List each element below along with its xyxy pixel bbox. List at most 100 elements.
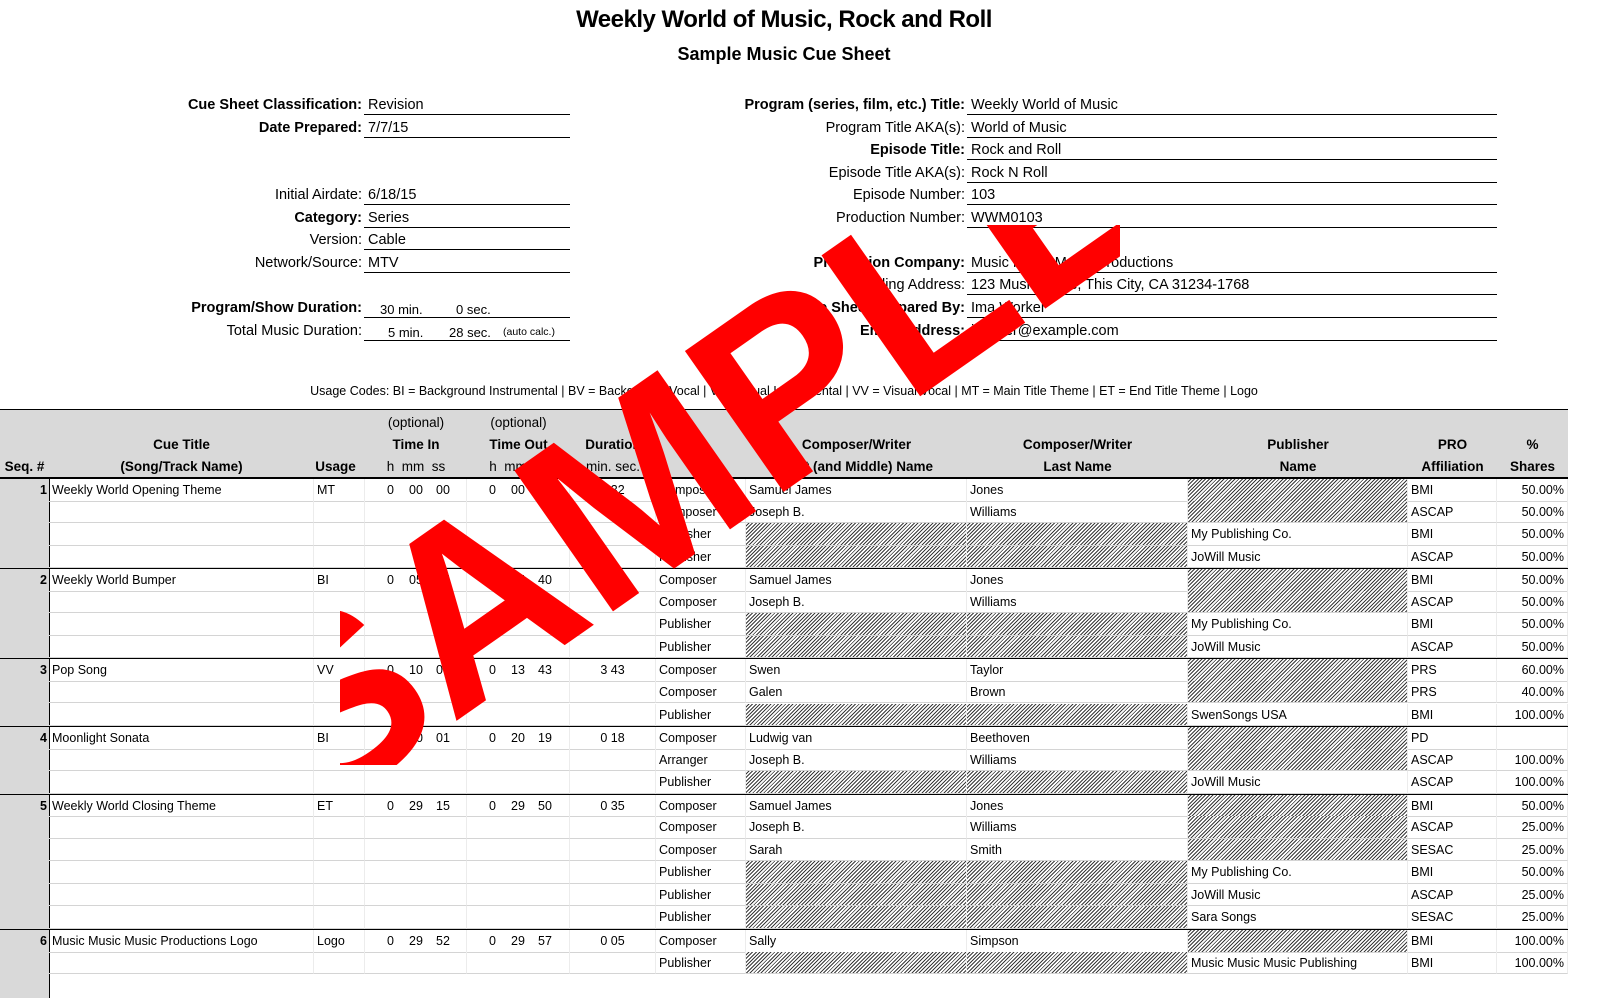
party-role[interactable]: Composer: [656, 794, 746, 818]
duration[interactable]: 0 35: [570, 794, 656, 818]
duration[interactable]: 0 05: [570, 930, 656, 953]
time-out-empty[interactable]: [467, 771, 570, 794]
share-percent[interactable]: 50.00%: [1497, 500, 1568, 524]
party-role[interactable]: Publisher: [656, 906, 746, 929]
duration-empty[interactable]: [570, 906, 656, 929]
cue-title[interactable]: Weekly World Closing Theme: [49, 794, 314, 818]
usage-empty[interactable]: [314, 523, 365, 546]
first-name[interactable]: Joseph B.: [746, 748, 967, 772]
time-out-empty[interactable]: [467, 883, 570, 907]
share-percent[interactable]: 50.00%: [1497, 545, 1568, 569]
party-role[interactable]: Publisher: [656, 523, 746, 546]
field-value[interactable]: Rock N Roll: [967, 165, 1497, 183]
time-in-empty[interactable]: [365, 613, 467, 636]
time-out-empty[interactable]: [467, 613, 570, 636]
time-in-empty[interactable]: [365, 680, 467, 704]
party-role[interactable]: Composer: [656, 569, 746, 592]
first-name-na[interactable]: [746, 951, 967, 975]
first-name-na[interactable]: [746, 635, 967, 659]
duration-empty[interactable]: [570, 590, 656, 614]
publisher-name-na[interactable]: [1188, 930, 1408, 953]
share-percent[interactable]: 50.00%: [1497, 479, 1568, 502]
party-role[interactable]: Publisher: [656, 883, 746, 907]
last-name[interactable]: Smith: [967, 838, 1188, 862]
share-percent[interactable]: 50.00%: [1497, 569, 1568, 592]
duration-empty[interactable]: [570, 545, 656, 569]
last-name[interactable]: Brown: [967, 680, 1188, 704]
share-percent[interactable]: [1497, 727, 1568, 750]
time-out[interactable]: 0 29 50: [467, 794, 570, 818]
time-out[interactable]: 0 20 19: [467, 727, 570, 750]
last-name[interactable]: Taylor: [967, 659, 1188, 682]
party-role[interactable]: Publisher: [656, 861, 746, 884]
pro-affiliation[interactable]: BMI: [1408, 569, 1497, 592]
cue-title-empty[interactable]: [49, 680, 314, 704]
usage-code[interactable]: BI: [314, 569, 365, 592]
pro-affiliation[interactable]: ASCAP: [1408, 771, 1497, 794]
last-name-na[interactable]: [967, 523, 1188, 546]
publisher-name-na[interactable]: [1188, 794, 1408, 818]
share-percent[interactable]: 50.00%: [1497, 794, 1568, 818]
cue-title-empty[interactable]: [49, 523, 314, 546]
share-percent[interactable]: 50.00%: [1497, 635, 1568, 659]
last-name[interactable]: Jones: [967, 569, 1188, 592]
share-percent[interactable]: 50.00%: [1497, 613, 1568, 636]
time-in[interactable]: 0 20 01: [365, 727, 467, 750]
publisher-name-na[interactable]: [1188, 590, 1408, 614]
last-name[interactable]: Williams: [967, 748, 1188, 772]
first-name[interactable]: Joseph B.: [746, 816, 967, 839]
duration-empty[interactable]: [570, 951, 656, 975]
pro-affiliation[interactable]: BMI: [1408, 479, 1497, 502]
first-name-na[interactable]: [746, 613, 967, 636]
duration-empty[interactable]: [570, 748, 656, 772]
party-role[interactable]: Composer: [656, 816, 746, 839]
field-value[interactable]: 103: [967, 187, 1497, 205]
last-name-na[interactable]: [967, 906, 1188, 929]
time-in-empty[interactable]: [365, 523, 467, 546]
cue-title[interactable]: Music Music Music Productions Logo: [49, 930, 314, 953]
usage-empty[interactable]: [314, 861, 365, 884]
duration-empty[interactable]: [570, 613, 656, 636]
publisher-name[interactable]: SwenSongs USA: [1188, 703, 1408, 726]
usage-empty[interactable]: [314, 703, 365, 726]
duration-empty[interactable]: [570, 883, 656, 907]
cue-title-empty[interactable]: [49, 816, 314, 839]
pro-affiliation[interactable]: ASCAP: [1408, 748, 1497, 772]
duration-empty[interactable]: [570, 861, 656, 884]
share-percent[interactable]: 25.00%: [1497, 838, 1568, 862]
time-in-empty[interactable]: [365, 883, 467, 907]
time-in[interactable]: 0 29 15: [365, 794, 467, 818]
publisher-name-na[interactable]: [1188, 569, 1408, 592]
last-name-na[interactable]: [967, 613, 1188, 636]
usage-empty[interactable]: [314, 635, 365, 659]
first-name-na[interactable]: [746, 861, 967, 884]
party-role[interactable]: Publisher: [656, 635, 746, 659]
share-percent[interactable]: 100.00%: [1497, 771, 1568, 794]
time-in-empty[interactable]: [365, 703, 467, 726]
field-value[interactable]: iworker@example.com: [967, 323, 1497, 341]
share-percent[interactable]: 50.00%: [1497, 523, 1568, 546]
cue-title-empty[interactable]: [49, 906, 314, 929]
share-percent[interactable]: 100.00%: [1497, 951, 1568, 975]
publisher-name-na[interactable]: [1188, 659, 1408, 682]
time-in[interactable]: 0 05 25: [365, 569, 467, 592]
publisher-name[interactable]: JoWill Music: [1188, 545, 1408, 569]
last-name-na[interactable]: [967, 883, 1188, 907]
pro-affiliation[interactable]: BMI: [1408, 703, 1497, 726]
time-in-empty[interactable]: [365, 590, 467, 614]
share-percent[interactable]: 60.00%: [1497, 659, 1568, 682]
time-out-empty[interactable]: [467, 500, 570, 524]
time-in-empty[interactable]: [365, 838, 467, 862]
usage-empty[interactable]: [314, 590, 365, 614]
first-name[interactable]: Sally: [746, 930, 967, 953]
time-in[interactable]: 0 29 52: [365, 930, 467, 953]
first-name-na[interactable]: [746, 523, 967, 546]
pro-affiliation[interactable]: ASCAP: [1408, 545, 1497, 569]
pro-affiliation[interactable]: BMI: [1408, 951, 1497, 975]
time-in-empty[interactable]: [365, 951, 467, 975]
time-out-empty[interactable]: [467, 951, 570, 975]
time-in-empty[interactable]: [365, 906, 467, 929]
first-name[interactable]: Sarah: [746, 838, 967, 862]
field-value[interactable]: Ima Worker: [967, 300, 1497, 318]
last-name[interactable]: Jones: [967, 479, 1188, 502]
